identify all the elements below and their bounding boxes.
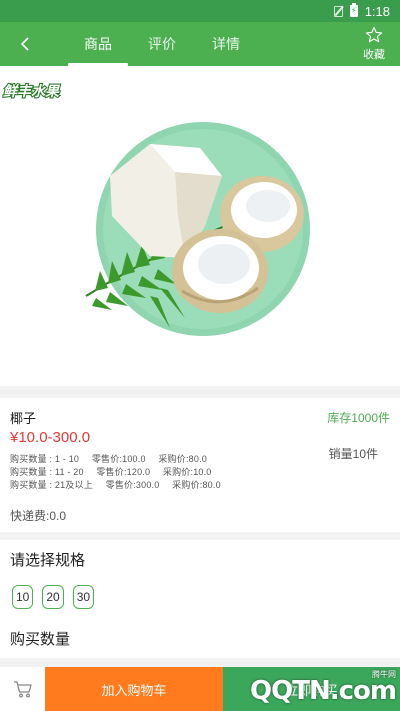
price-range: ¥10.0-300.0 bbox=[10, 429, 91, 446]
site-watermark: QQTN.com 腾牛网 bbox=[250, 670, 397, 711]
star-outline-icon bbox=[365, 26, 383, 43]
spec-option-10[interactable]: 10 bbox=[12, 585, 34, 609]
coconut-photo bbox=[85, 122, 310, 336]
tier-purchase-price: 采购价:80.0 bbox=[158, 454, 207, 464]
quantity-title: 购买数量 bbox=[10, 631, 71, 648]
price-tier: 购买数量 : 21及以上 零售价:300.0 采购价:80.0 bbox=[10, 478, 221, 491]
spec-option-20[interactable]: 20 bbox=[42, 585, 64, 609]
tier-retail-price: 零售价:300.0 bbox=[105, 480, 160, 490]
spec-options: 10 20 30 bbox=[12, 585, 95, 609]
tier-quantity: 购买数量 : 11 - 20 bbox=[10, 467, 84, 477]
price-tier: 购买数量 : 1 - 10 零售价:100.0 采购价:80.0 bbox=[10, 452, 207, 465]
top-nav-bar: 商品 评价 详情 收藏 bbox=[0, 22, 400, 66]
tier-quantity: 购买数量 : 1 - 10 bbox=[10, 454, 80, 464]
watermark-logo: QQTN.com bbox=[250, 676, 397, 706]
spec-option-30[interactable]: 30 bbox=[72, 585, 95, 609]
watermark-subtext: 腾牛网 bbox=[372, 670, 396, 679]
favorite-label: 收藏 bbox=[363, 49, 385, 61]
tab-bar: 商品 评价 详情 bbox=[66, 22, 258, 66]
status-time: 1:18 bbox=[364, 3, 390, 19]
shipping-fee: 快递费:0.0 bbox=[10, 509, 67, 523]
status-icons: 1:18 bbox=[333, 0, 390, 22]
sales-count: 销量10件 bbox=[328, 447, 378, 461]
tier-purchase-price: 采购价:10.0 bbox=[162, 467, 212, 477]
bottom-action-bar: 加入购物车 立即购买 QQTN.com 腾牛网 bbox=[0, 667, 400, 711]
price-tier: 购买数量 : 11 - 20 零售价:120.0 采购价:10.0 bbox=[10, 465, 212, 478]
spec-title: 请选择规格 bbox=[10, 552, 86, 569]
tier-purchase-price: 采购价:80.0 bbox=[172, 480, 221, 490]
tab-product[interactable]: 商品 bbox=[66, 22, 130, 66]
back-arrow-icon bbox=[20, 37, 29, 51]
product-name: 椰子 bbox=[10, 411, 37, 426]
battery-charging-icon bbox=[349, 3, 358, 17]
add-to-cart-button[interactable]: 加入购物车 bbox=[45, 667, 223, 711]
buy-now-button[interactable]: 立即购买 QQTN.com 腾牛网 bbox=[223, 667, 400, 711]
shopping-cart-icon bbox=[13, 681, 32, 698]
back-button[interactable] bbox=[8, 22, 44, 66]
tier-retail-price: 零售价:120.0 bbox=[96, 467, 151, 477]
tab-reviews[interactable]: 评价 bbox=[130, 22, 194, 66]
cart-button[interactable] bbox=[0, 667, 45, 711]
stock-count: 库存1000件 bbox=[327, 411, 390, 425]
status-bar: 1:18 bbox=[0, 0, 400, 22]
tier-quantity: 购买数量 : 21及以上 bbox=[10, 480, 93, 490]
tier-retail-price: 零售价:100.0 bbox=[91, 454, 146, 464]
product-info-panel: 椰子 ¥10.0-300.0 购买数量 : 1 - 10 零售价:100.0 采… bbox=[0, 398, 400, 532]
tab-details[interactable]: 详情 bbox=[194, 22, 258, 66]
product-image: 鲜丰水果 bbox=[0, 66, 400, 386]
favorite-button[interactable]: 收藏 bbox=[354, 26, 394, 64]
no-sim-icon bbox=[333, 5, 343, 17]
spec-panel: 请选择规格 10 20 30 购买数量 bbox=[0, 540, 400, 658]
